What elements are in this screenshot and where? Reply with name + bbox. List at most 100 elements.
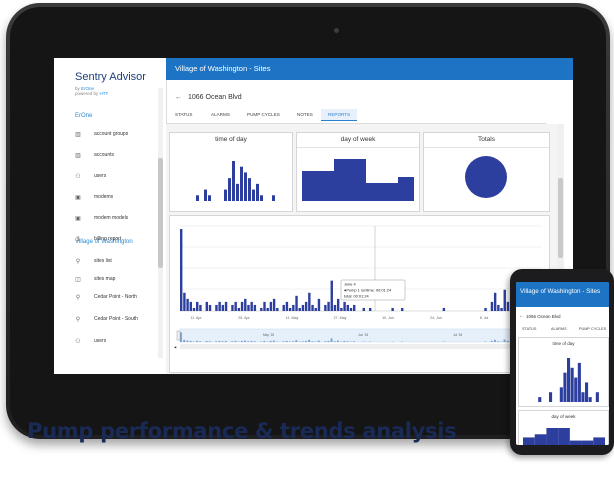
sidebar-scrollbar[interactable]	[158, 158, 163, 268]
chart-bar[interactable]	[266, 307, 269, 311]
chart-bar[interactable]	[366, 183, 382, 201]
chart-bar[interactable]	[570, 367, 574, 402]
chart-bar[interactable]	[304, 301, 308, 311]
chart-bar[interactable]	[593, 437, 605, 445]
sidebar-item[interactable]: ◫ sites map	[74, 274, 115, 285]
tab-alarms[interactable]: ALARMS	[211, 112, 230, 117]
chart-bar[interactable]	[324, 304, 327, 311]
chart-bar[interactable]	[302, 171, 318, 201]
chart-bar[interactable]	[292, 304, 295, 311]
chart-bar[interactable]	[595, 392, 599, 402]
chart-bar[interactable]	[288, 307, 292, 311]
chart-bar[interactable]	[282, 304, 285, 311]
chart-bar[interactable]	[442, 307, 446, 311]
chart-bar[interactable]	[232, 161, 235, 201]
chart-bar[interactable]	[260, 307, 263, 311]
phone-tab-pump-cycles[interactable]: PUMP CYCLES	[579, 327, 606, 331]
sidebar-item[interactable]: ⚲ Cedar Point - North	[74, 292, 137, 303]
sidebar-item[interactable]: ⚇ users	[74, 171, 106, 182]
tab-pump-cycles[interactable]: PUMP CYCLES	[247, 112, 280, 117]
chart-bar[interactable]	[574, 377, 578, 402]
chart-bar[interactable]	[497, 304, 500, 311]
chart-bar[interactable]	[382, 183, 398, 201]
chart-bar[interactable]	[523, 437, 535, 445]
scroll-left-icon[interactable]: ◂	[174, 345, 177, 350]
chart-bar[interactable]	[253, 304, 257, 311]
sidebar-item[interactable]: ⚲ Cedar Point - South	[74, 314, 138, 325]
chart-bar[interactable]	[490, 301, 494, 311]
chart-bar[interactable]	[215, 304, 218, 311]
chart-bar[interactable]	[369, 307, 372, 311]
chart-bar[interactable]	[269, 301, 273, 311]
chart-bar[interactable]	[346, 304, 349, 311]
chart-bar[interactable]	[231, 304, 234, 311]
chart-bar[interactable]	[581, 392, 585, 402]
chart-bar[interactable]	[199, 304, 202, 311]
chart-bar[interactable]	[276, 307, 279, 311]
chart-bar[interactable]	[224, 301, 228, 311]
chart-bar[interactable]	[263, 301, 266, 311]
chart-bar[interactable]	[260, 195, 263, 201]
chart-bar[interactable]	[581, 440, 594, 445]
chart-bar[interactable]	[327, 301, 330, 311]
chart-bar[interactable]	[558, 428, 570, 445]
chart-bar[interactable]	[349, 307, 353, 311]
navigator-scrollbar[interactable]	[180, 344, 542, 349]
chart-bar[interactable]	[236, 183, 239, 201]
chart-bar[interactable]	[563, 372, 567, 402]
chart-bar[interactable]	[180, 229, 183, 311]
sidebar-item[interactable]: $ billing report	[74, 234, 121, 245]
chart-bar[interactable]	[330, 280, 333, 311]
chart-bar[interactable]	[569, 440, 582, 445]
chart-bar[interactable]	[317, 298, 321, 311]
chart-bar[interactable]	[362, 307, 366, 311]
chart-bar[interactable]	[234, 301, 237, 311]
chart-bar[interactable]	[301, 304, 305, 311]
chart-bar[interactable]	[311, 304, 314, 311]
chart-bar[interactable]	[186, 298, 189, 311]
chart-bar[interactable]	[500, 307, 503, 311]
tab-status[interactable]: STATUS	[175, 112, 192, 117]
sidebar-item[interactable]: ▥ account groups	[74, 129, 128, 140]
back-arrow-icon[interactable]: ←	[175, 94, 182, 101]
chart-bar[interactable]	[295, 295, 298, 311]
chart-bar[interactable]	[538, 397, 542, 402]
chart-bar[interactable]	[240, 166, 243, 201]
chart-bar[interactable]	[588, 397, 592, 402]
chart-bar[interactable]	[256, 183, 259, 201]
chart-bar[interactable]	[546, 428, 559, 445]
chart-bar[interactable]	[285, 301, 289, 311]
sidebar-item[interactable]: ▣ modems	[74, 192, 113, 203]
chart-bar[interactable]	[205, 301, 209, 311]
chart-bar[interactable]	[272, 298, 276, 311]
chart-bar[interactable]	[224, 189, 227, 201]
chart-bar[interactable]	[228, 178, 231, 201]
sidebar-item[interactable]: ▣ modem models	[74, 213, 128, 224]
chart-bar[interactable]	[196, 195, 199, 201]
chart-bar[interactable]	[196, 301, 199, 311]
tab-reports[interactable]: REPORTS	[321, 109, 358, 121]
sidebar-item[interactable]: ⚲ sites list	[74, 256, 112, 267]
sidebar-item[interactable]: ▥ accounts	[74, 150, 114, 161]
chart-bar[interactable]	[189, 301, 193, 311]
chart-bar[interactable]	[334, 159, 350, 201]
htt-link[interactable]: HTT	[100, 91, 109, 96]
chart-bar[interactable]	[272, 195, 275, 201]
chart-bar[interactable]	[204, 189, 207, 201]
chart-bar[interactable]	[577, 362, 581, 402]
chart-bar[interactable]	[585, 382, 589, 402]
chart-bar[interactable]	[503, 289, 506, 311]
chart-bar[interactable]	[252, 189, 255, 201]
chart-bar[interactable]	[250, 301, 253, 311]
navigator-handle-left[interactable]	[176, 330, 181, 341]
chart-bar[interactable]	[237, 307, 241, 311]
sidebar-item[interactable]: ⚇ users	[74, 336, 106, 347]
chart-bar[interactable]	[248, 178, 251, 201]
chart-bar[interactable]	[218, 301, 221, 311]
phone-back-arrow-icon[interactable]: ←	[519, 313, 524, 319]
chart-bar[interactable]	[401, 307, 404, 311]
section-erone[interactable]: ErOne	[75, 113, 92, 119]
chart-bar[interactable]	[340, 307, 343, 311]
chart-bar[interactable]	[314, 307, 317, 311]
chart-bar[interactable]	[183, 292, 186, 311]
